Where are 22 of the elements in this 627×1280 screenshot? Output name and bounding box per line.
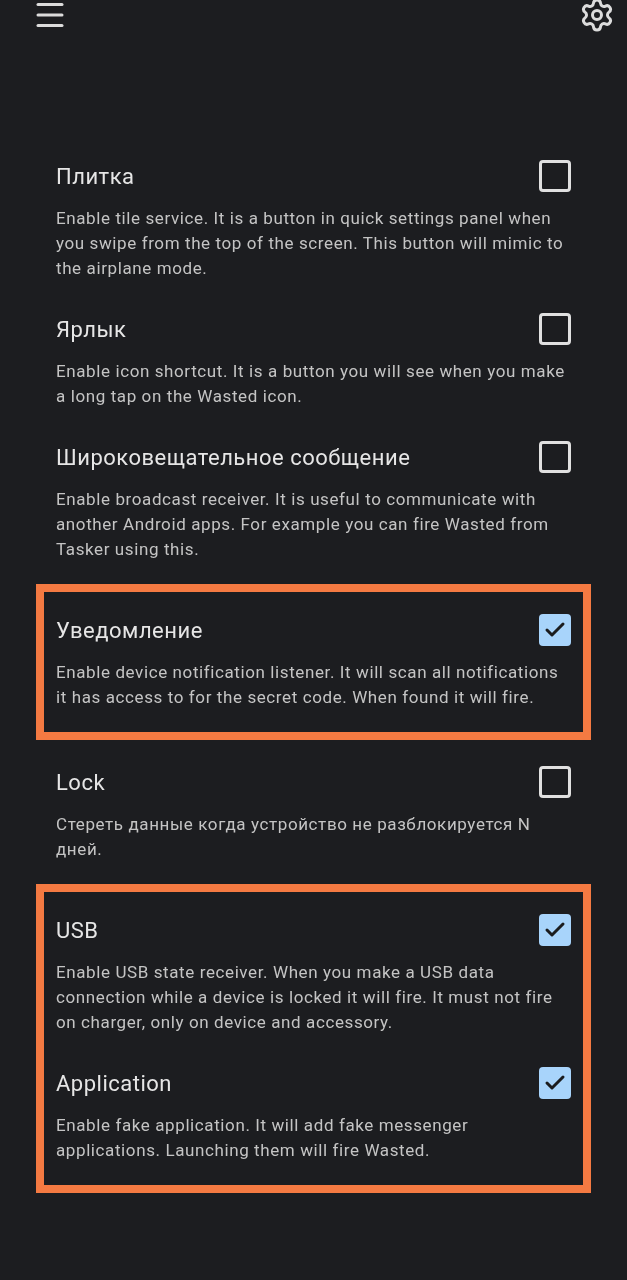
setting-title: Application [56,1069,172,1098]
setting-description: Enable USB state receiver. When you make a USB data connection while a device is locked it will fire. It must not fire on charger, only on device and accessory. [56,961,554,1034]
setting-title: Широковещательное сообщение [56,443,411,472]
setting-title: USB [56,916,99,945]
checkbox[interactable] [539,766,571,798]
setting-description: Enable fake application. It will add fake messenger applications. Launching them will fire Wasted. [56,1114,470,1162]
checkbox[interactable] [539,441,571,473]
checkbox[interactable] [539,160,571,192]
setting-title: Уведомление [56,616,203,645]
setting-description: Стереть данные когда устройство не разблокируется N дней. [56,813,532,861]
checkbox[interactable] [539,914,571,946]
setting-description: Enable tile service. It is a button in quick settings panel when you swipe from the top of the screen. This button will mimic to the airplane mode. [56,207,565,280]
checkbox[interactable] [539,614,571,646]
setting-description: Enable device notification listener. It will scan all notifications it has access to for the secret code. When found it will fire. [56,661,560,709]
setting-title: Lock [56,768,106,797]
checkbox[interactable] [539,1067,571,1099]
setting-description: Enable icon shortcut. It is a button you will see when you make a long tap on the Wasted icon. [56,360,566,408]
checkbox[interactable] [539,313,571,345]
setting-title: Плитка [56,162,135,191]
setting-title: Ярлык [56,315,127,344]
setting-description: Enable broadcast receiver. It is useful to communicate with another Android apps. For example you can fire Wasted from Tasker using this. [56,488,550,561]
settings-icon[interactable] [579,0,615,33]
